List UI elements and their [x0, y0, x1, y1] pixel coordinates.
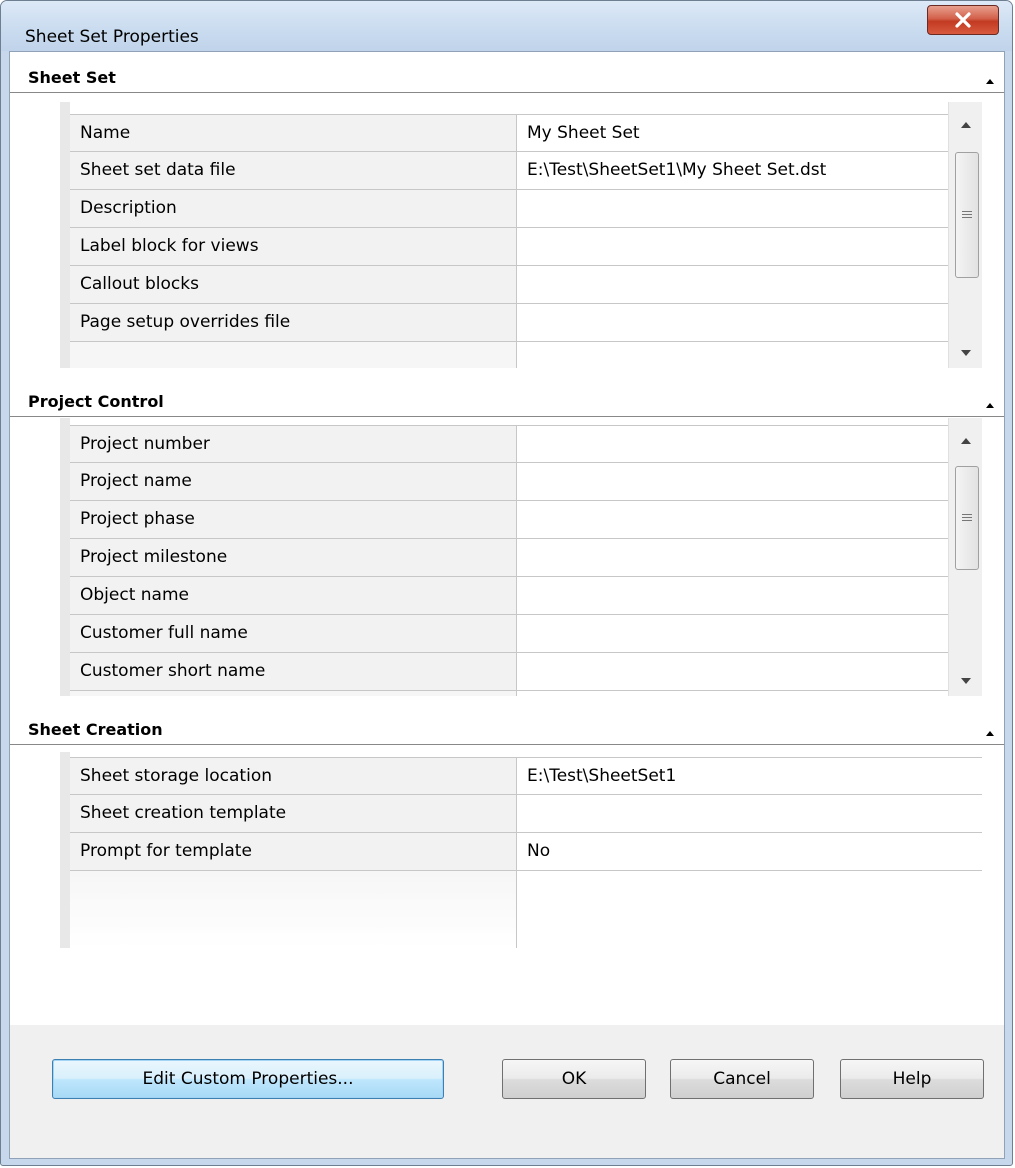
- property-row[interactable]: Sheet storage location E:\Test\SheetSet1: [70, 757, 982, 795]
- collapse-triangle-icon[interactable]: [986, 403, 994, 408]
- property-row[interactable]: Sheet set data file E:\Test\SheetSet1\My…: [70, 152, 948, 190]
- section-title: Project Control: [28, 392, 164, 411]
- property-row[interactable]: Project milestone: [70, 539, 948, 577]
- property-value[interactable]: [517, 228, 948, 265]
- property-value[interactable]: [517, 577, 948, 614]
- property-row[interactable]: Project number: [70, 425, 948, 463]
- grid-row-header-strip: [60, 752, 70, 948]
- dialog-window: Sheet Set Properties Sheet Set Name My S…: [0, 0, 1013, 1166]
- scroll-down-arrow-icon[interactable]: [949, 666, 982, 696]
- property-value[interactable]: [517, 653, 948, 690]
- grid-row-header-strip: [60, 418, 70, 696]
- section-title: Sheet Creation: [28, 720, 163, 739]
- property-name: Label block for views: [70, 228, 517, 265]
- property-name: Prompt for template: [70, 833, 517, 870]
- ok-button[interactable]: OK: [502, 1059, 646, 1099]
- property-row[interactable]: Prompt for template No: [70, 833, 982, 871]
- button-bar: Edit Custom Properties... OK Cancel Help: [10, 1025, 1004, 1158]
- section-header-sheet-set[interactable]: Sheet Set: [10, 66, 1004, 93]
- grid-row-header-strip: [60, 102, 70, 368]
- section-header-project-control[interactable]: Project Control: [10, 390, 1004, 417]
- property-name: Customer full name: [70, 615, 517, 652]
- cancel-button[interactable]: Cancel: [670, 1059, 814, 1099]
- property-name: Sheet creation template: [70, 795, 517, 832]
- property-value[interactable]: [517, 501, 948, 538]
- property-name: Project name: [70, 463, 517, 500]
- collapse-triangle-icon[interactable]: [986, 731, 994, 736]
- grid-project-control: Project number Project name Project phas…: [60, 418, 982, 696]
- empty-cell: [70, 871, 517, 948]
- title-bar[interactable]: Sheet Set Properties: [1, 1, 1012, 51]
- property-value[interactable]: My Sheet Set: [517, 115, 948, 151]
- scroll-thumb[interactable]: [955, 466, 979, 570]
- empty-row: [70, 342, 948, 368]
- help-button[interactable]: Help: [840, 1059, 984, 1099]
- property-value[interactable]: [517, 266, 948, 303]
- scroll-up-arrow-icon[interactable]: [949, 426, 982, 456]
- empty-cell: [70, 691, 517, 696]
- dialog-client-area: Sheet Set Name My Sheet Set Sheet set da…: [9, 51, 1005, 1159]
- property-value[interactable]: [517, 795, 982, 832]
- empty-row: [70, 871, 982, 948]
- property-row[interactable]: Label block for views: [70, 228, 948, 266]
- scroll-up-arrow-icon[interactable]: [949, 110, 982, 140]
- property-row[interactable]: Name My Sheet Set: [70, 114, 948, 152]
- property-name: Customer short name: [70, 653, 517, 690]
- property-row[interactable]: Sheet creation template: [70, 795, 982, 833]
- property-row[interactable]: Object name: [70, 577, 948, 615]
- property-value[interactable]: [517, 304, 948, 341]
- property-row[interactable]: Description: [70, 190, 948, 228]
- property-row[interactable]: Project phase: [70, 501, 948, 539]
- vertical-scrollbar[interactable]: [948, 102, 982, 368]
- vertical-scrollbar[interactable]: [948, 418, 982, 696]
- property-name: Page setup overrides file: [70, 304, 517, 341]
- property-value[interactable]: E:\Test\SheetSet1: [517, 758, 982, 794]
- window-title: Sheet Set Properties: [25, 27, 199, 47]
- property-name: Callout blocks: [70, 266, 517, 303]
- property-row[interactable]: Project name: [70, 463, 948, 501]
- property-row[interactable]: Callout blocks: [70, 266, 948, 304]
- scroll-down-arrow-icon[interactable]: [949, 338, 982, 368]
- property-name: Project milestone: [70, 539, 517, 576]
- empty-cell: [70, 342, 517, 368]
- property-value[interactable]: [517, 463, 948, 500]
- grid-sheet-set: Name My Sheet Set Sheet set data file E:…: [60, 102, 982, 368]
- property-value[interactable]: [517, 426, 948, 462]
- edit-custom-properties-button[interactable]: Edit Custom Properties...: [52, 1059, 444, 1099]
- property-name: Description: [70, 190, 517, 227]
- scroll-thumb[interactable]: [955, 152, 979, 278]
- property-row[interactable]: Page setup overrides file: [70, 304, 948, 342]
- collapse-triangle-icon[interactable]: [986, 79, 994, 84]
- property-name: Sheet set data file: [70, 152, 517, 189]
- close-button[interactable]: [927, 5, 999, 35]
- property-value[interactable]: No: [517, 833, 982, 870]
- property-row[interactable]: Customer full name: [70, 615, 948, 653]
- property-value[interactable]: [517, 190, 948, 227]
- section-title: Sheet Set: [28, 68, 116, 87]
- grid-sheet-creation: Sheet storage location E:\Test\SheetSet1…: [60, 752, 982, 948]
- empty-row: [70, 691, 948, 696]
- section-header-sheet-creation[interactable]: Sheet Creation: [10, 718, 1004, 745]
- property-name: Name: [70, 115, 517, 151]
- property-value[interactable]: E:\Test\SheetSet1\My Sheet Set.dst: [517, 152, 948, 189]
- property-name: Project phase: [70, 501, 517, 538]
- property-row[interactable]: Customer short name: [70, 653, 948, 691]
- property-name: Sheet storage location: [70, 758, 517, 794]
- property-value[interactable]: [517, 615, 948, 652]
- property-value[interactable]: [517, 539, 948, 576]
- property-name: Project number: [70, 426, 517, 462]
- property-name: Object name: [70, 577, 517, 614]
- close-x-icon: [955, 12, 971, 28]
